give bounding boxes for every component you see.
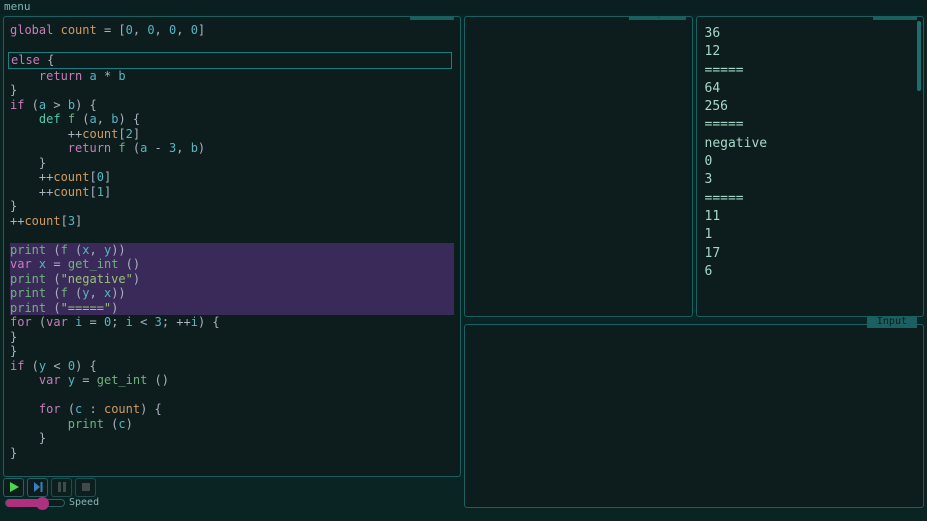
code-body[interactable]: global count = [0, 0, 0, 0] else { retur… [10,23,454,460]
code-line[interactable]: global count = [0, 0, 0, 0] [10,23,454,38]
code-line[interactable]: for (c : count) { [10,402,454,417]
code-line[interactable] [10,388,454,403]
code-tab-label: Code [410,16,454,20]
goal-tab-label: Goal [873,16,917,20]
code-line[interactable]: print ("negative") [10,272,454,287]
code-line[interactable]: } [10,83,454,98]
code-line[interactable]: print (c) [10,417,454,432]
goal-line: 11 [705,208,916,226]
goal-line: ===== [705,190,916,208]
stop-button[interactable] [75,478,96,497]
code-line[interactable]: return f (a - 3, b) [10,141,454,156]
goal-line: 36 [705,25,916,43]
controls-bar [3,480,461,494]
pause-button[interactable] [51,478,72,497]
code-line[interactable]: ++count[3] [10,214,454,229]
goal-line: 6 [705,263,916,281]
pause-icon [56,481,68,493]
code-line[interactable]: ++count[1] [10,185,454,200]
play-button[interactable] [3,478,24,497]
code-line[interactable]: def f (a, b) { [10,112,454,127]
goal-scrollbar[interactable] [917,21,921,91]
output-panel: Output [464,16,693,317]
output-goal-row: Output Goal 3612=====64256=====negative0… [464,16,924,317]
speed-control: Speed [5,497,461,508]
goal-panel: Goal 3612=====64256=====negative03=====1… [696,16,925,317]
goal-line: 12 [705,43,916,61]
play-icon [8,481,20,493]
code-line[interactable]: print ("=====") [10,301,454,316]
menu-button[interactable]: menu [4,0,31,13]
speed-slider[interactable] [5,499,65,507]
code-line[interactable]: } [10,156,454,171]
goal-line: 0 [705,153,916,171]
stop-icon [80,481,92,493]
code-line[interactable]: var y = get_int () [10,373,454,388]
step-icon [32,481,44,493]
code-line[interactable]: if (a > b) { [10,98,454,113]
speed-knob[interactable] [36,497,49,510]
goal-body: 3612=====64256=====negative03=====111176 [705,25,916,281]
speed-label: Speed [69,497,99,508]
goal-line: 1 [705,226,916,244]
code-line[interactable]: ++count[2] [10,127,454,142]
output-tab-label: Output [629,16,685,20]
code-line[interactable]: print (f (x, y)) [10,243,454,258]
code-line[interactable]: } [10,199,454,214]
menu-bar: menu [0,0,927,14]
code-line[interactable]: } [10,431,454,446]
goal-line: ===== [705,116,916,134]
input-panel[interactable]: Input [464,324,924,508]
code-line[interactable] [10,38,454,53]
right-column: Output Goal 3612=====64256=====negative0… [464,16,924,508]
code-line[interactable]: print (f (y, x)) [10,286,454,301]
selected-line-marker[interactable]: else { [8,52,452,69]
code-line[interactable]: } [10,330,454,345]
code-line[interactable] [10,228,454,243]
code-line[interactable]: if (y < 0) { [10,359,454,374]
goal-line: ===== [705,62,916,80]
goal-line: 17 [705,245,916,263]
code-line[interactable]: return a * b [10,69,454,84]
code-line[interactable]: else { [10,52,454,69]
goal-line: negative [705,135,916,153]
code-line[interactable]: for (var i = 0; i < 3; ++i) { [10,315,454,330]
code-line[interactable]: ++count[0] [10,170,454,185]
goal-line: 64 [705,80,916,98]
code-line[interactable]: } [10,446,454,461]
goal-line: 256 [705,98,916,116]
goal-line: 3 [705,171,916,189]
code-line[interactable]: var x = get_int () [10,257,454,272]
input-tab-label: Input [867,316,917,328]
speed-fill [6,499,40,507]
code-line[interactable]: } [10,344,454,359]
code-panel[interactable]: Code global count = [0, 0, 0, 0] else { … [3,16,461,477]
left-column: Code global count = [0, 0, 0, 0] else { … [3,16,461,508]
step-button[interactable] [27,478,48,497]
workspace: Code global count = [0, 0, 0, 0] else { … [0,14,927,508]
